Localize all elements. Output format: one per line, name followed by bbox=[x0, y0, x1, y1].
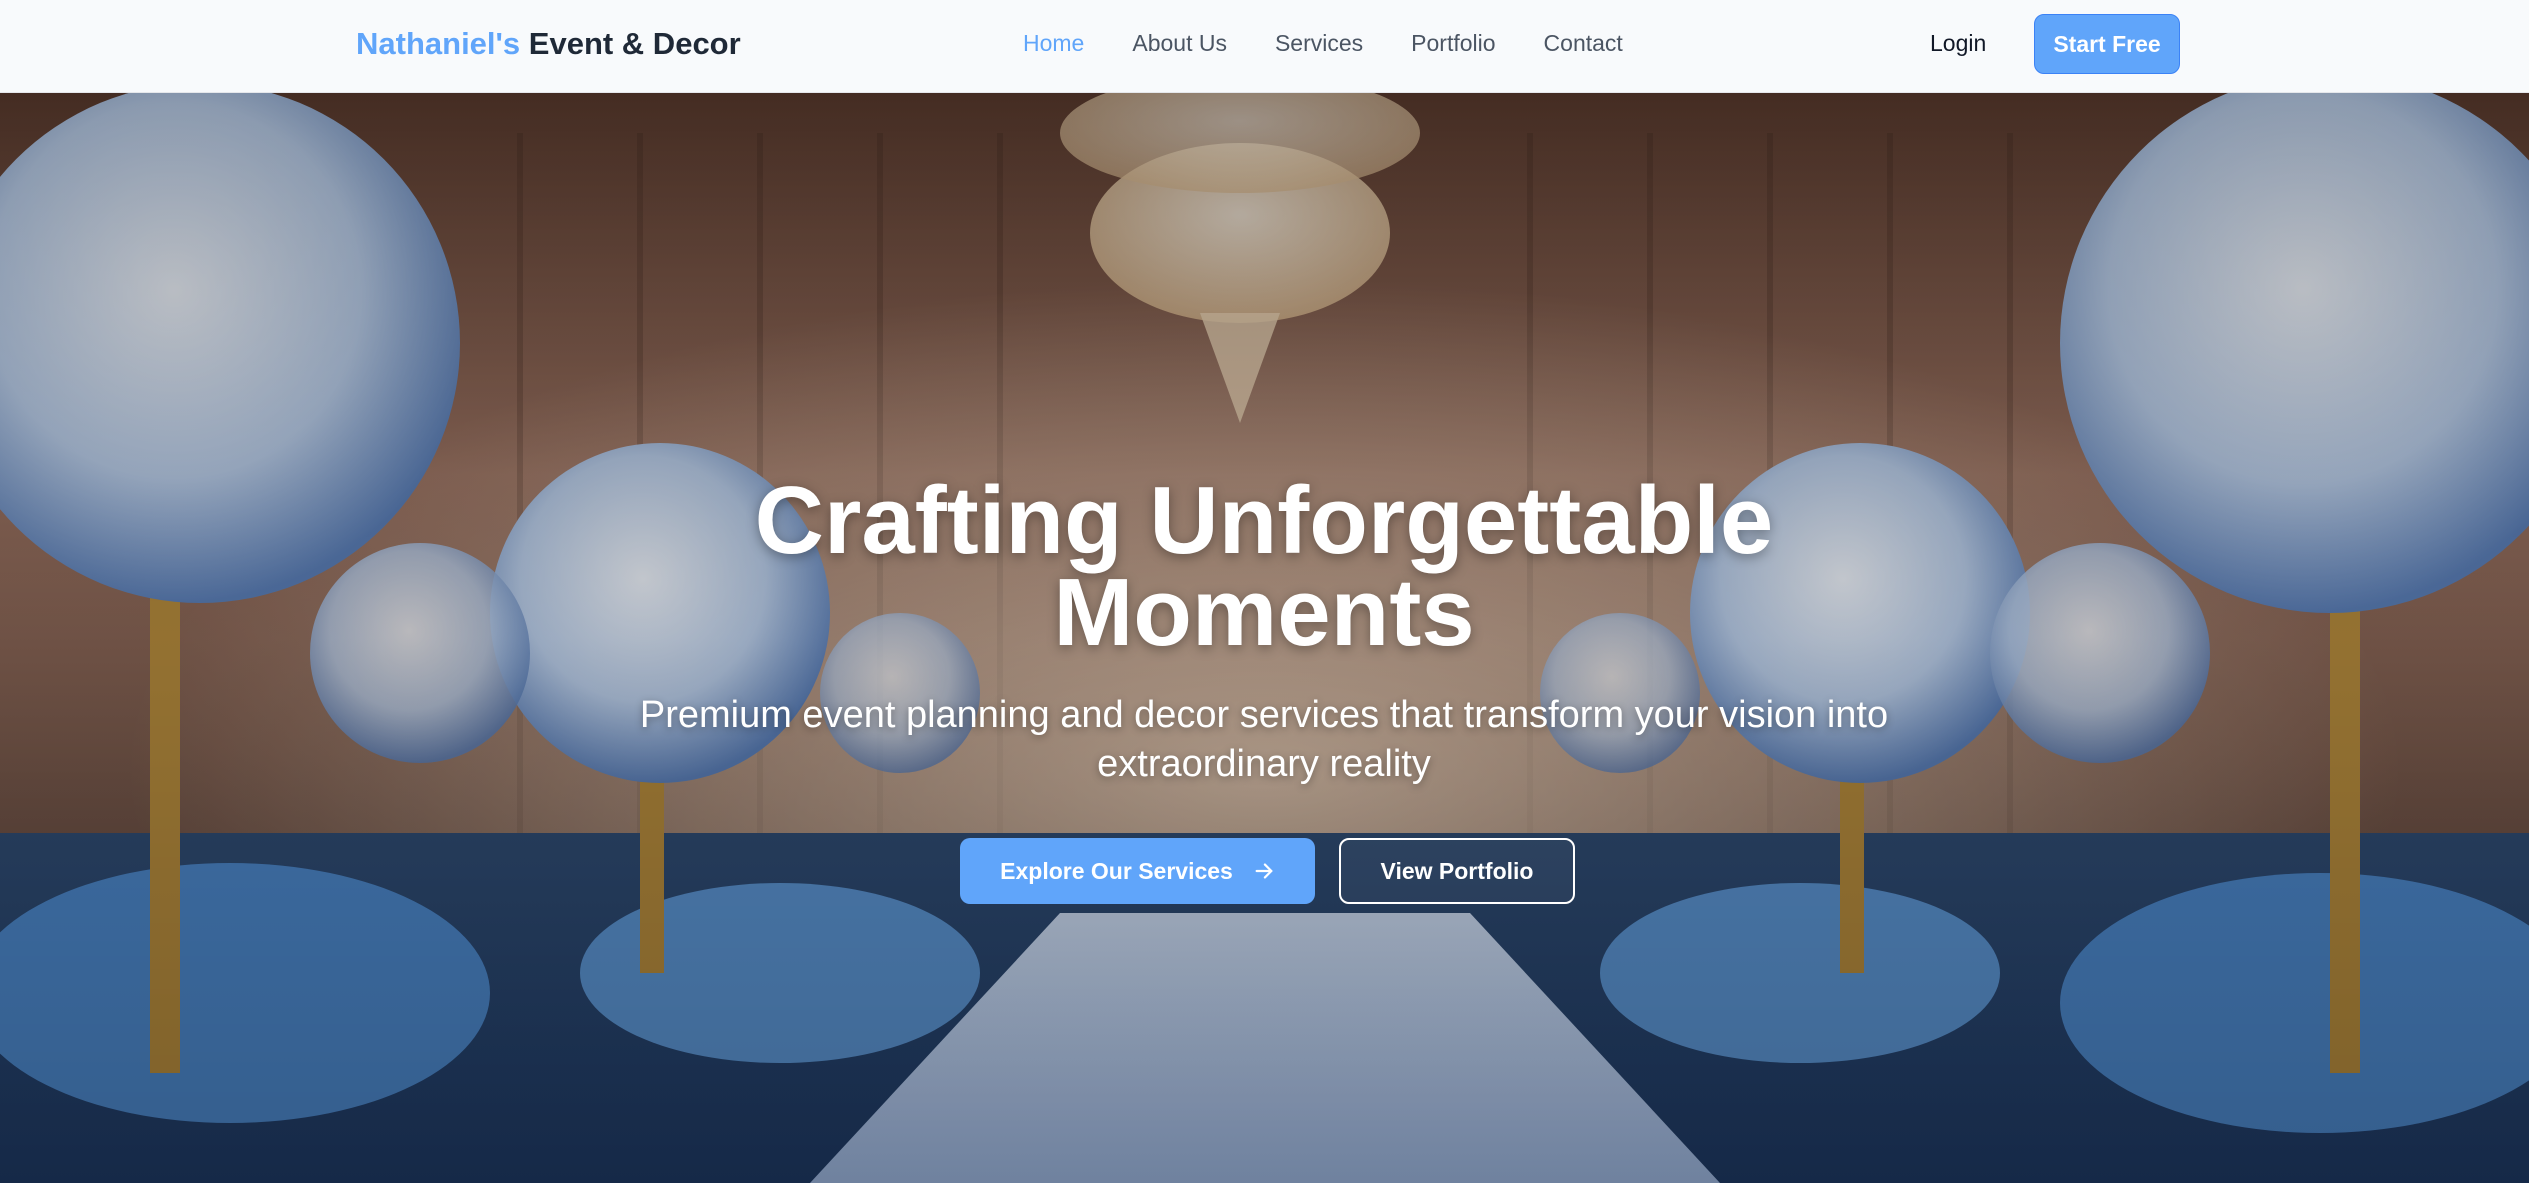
hero-section: Crafting Unforgettable Moments Premium e… bbox=[0, 93, 2529, 1183]
nav-contact[interactable]: Contact bbox=[1544, 30, 1623, 57]
start-free-button[interactable]: Start Free bbox=[2034, 14, 2180, 74]
explore-services-label: Explore Our Services bbox=[1000, 857, 1233, 884]
hero-content: Crafting Unforgettable Moments Premium e… bbox=[0, 93, 2529, 1183]
login-link[interactable]: Login bbox=[1930, 30, 1986, 57]
brand-logo[interactable]: Nathaniel's Event & Decor bbox=[356, 26, 741, 62]
hero-title: Crafting Unforgettable Moments bbox=[754, 467, 1774, 666]
navbar: Nathaniel's Event & Decor Home About Us … bbox=[0, 0, 2529, 93]
hero-subtitle: Premium event planning and decor service… bbox=[639, 694, 1889, 785]
nav-home[interactable]: Home bbox=[1023, 30, 1084, 57]
arrow-right-icon bbox=[1255, 863, 1273, 879]
view-portfolio-button[interactable]: View Portfolio bbox=[1339, 838, 1575, 904]
explore-services-button[interactable]: Explore Our Services bbox=[960, 838, 1315, 904]
nav-services[interactable]: Services bbox=[1275, 30, 1363, 57]
brand-accent: Nathaniel's bbox=[356, 26, 521, 61]
brand-name: Event & Decor bbox=[528, 26, 741, 61]
nav-about-us[interactable]: About Us bbox=[1132, 30, 1227, 57]
main-nav: Home About Us Services Portfolio Contact bbox=[1023, 30, 1623, 57]
nav-portfolio[interactable]: Portfolio bbox=[1411, 30, 1495, 57]
